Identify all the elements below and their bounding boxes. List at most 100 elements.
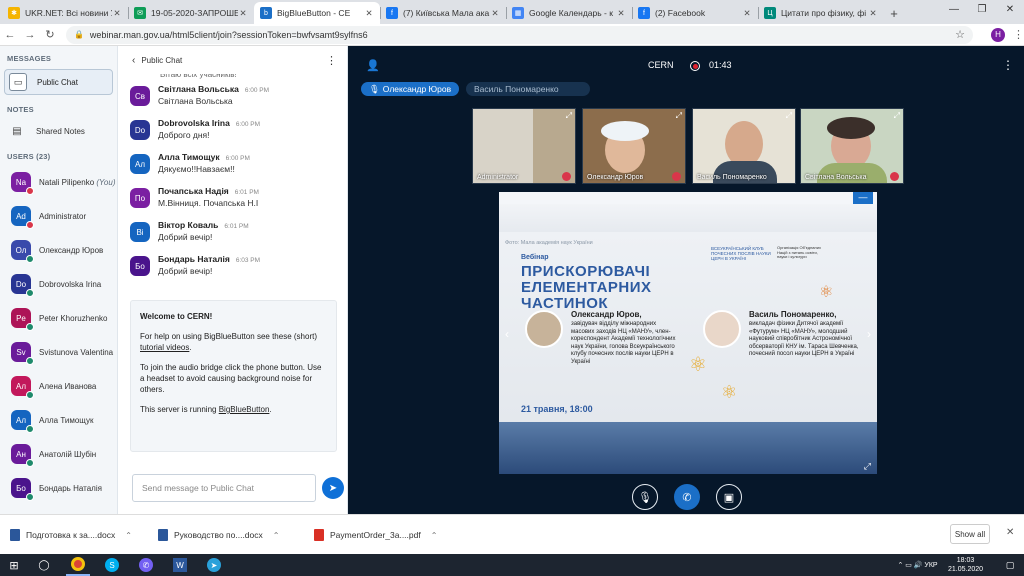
slide-unesco-text: Організація Об'єднаних Націй з питань ос… — [777, 245, 821, 259]
talking-indicator[interactable]: Василь Пономаренко — [466, 82, 590, 96]
welcome-message: Welcome to CERN! For help on using BigBl… — [130, 300, 337, 452]
close-tab-icon[interactable]: ✕ — [364, 8, 374, 19]
user-list-item[interactable]: Ал Алла Тимощук — [0, 403, 117, 437]
browser-tab[interactable]: b BigBlueButton - CE ✕ — [254, 2, 380, 24]
chat-message-input[interactable]: Send message to Public Chat — [132, 474, 316, 502]
tab-title: Google Календарь - к — [529, 8, 613, 18]
reload-icon[interactable]: ↻ — [40, 28, 60, 41]
search-icon[interactable]: ◯ — [34, 554, 54, 576]
expand-icon[interactable]: ⤢ — [786, 111, 792, 121]
download-item[interactable]: Подготовка к за....docx ⌃ — [10, 525, 132, 545]
expand-icon[interactable]: ⤢ — [894, 111, 900, 121]
user-name: Алла Тимощук — [39, 415, 94, 425]
browser-menu-icon[interactable]: ⋮ — [1013, 28, 1024, 41]
new-tab-button[interactable]: + — [884, 2, 904, 24]
user-list-item[interactable]: Sv Svistunova Valentina — [0, 335, 117, 369]
phone-audio-button[interactable]: ✆ — [674, 484, 700, 510]
windows-start-icon[interactable]: ⊞ — [4, 554, 24, 576]
user-list-item[interactable]: Ол Олександр Юров — [0, 233, 117, 267]
notifications-icon[interactable]: ▢ — [1000, 554, 1020, 576]
webcam-tile[interactable]: ⤢ Василь Пономаренко — [692, 108, 796, 184]
system-clock[interactable]: 18:03 21.05.2020 — [948, 556, 983, 574]
close-tab-icon[interactable]: ✕ — [868, 8, 878, 19]
back-icon[interactable]: ← — [0, 29, 20, 41]
chevron-up-icon[interactable]: ⌃ — [431, 531, 438, 540]
close-tab-icon[interactable]: ✕ — [742, 8, 752, 19]
chevron-up-icon[interactable]: ⌃ — [273, 531, 280, 540]
chat-options-icon[interactable]: ⋮ — [326, 54, 337, 67]
webcam-tile[interactable]: ⤢ Administrator — [472, 108, 576, 184]
meeting-title: CERN — [648, 60, 674, 70]
browser-tab[interactable]: f (7) Київська Мала ака ✕ — [380, 2, 506, 24]
chrome-taskbar-icon[interactable] — [66, 554, 90, 576]
expand-icon[interactable]: ⤢ — [566, 111, 572, 121]
show-all-downloads-button[interactable]: Show all — [950, 524, 990, 544]
shared-notes-item[interactable]: ▤ Shared Notes — [0, 118, 117, 144]
close-downloads-icon[interactable]: ✕ — [1006, 527, 1014, 538]
message-items: Св Світлана Вольська 6:00 PM Світлана Вольс… — [130, 84, 347, 288]
user-list-item[interactable]: Ad Administrator — [0, 199, 117, 233]
slide-title: ПРИСКОРЮВАЧІ ЕЛЕМЕНТАРНИХ ЧАСТИНОК — [521, 263, 652, 312]
chat-message: По Почапська Надія 6:01 PM М.Вінниця. Почап… — [130, 186, 347, 220]
close-tab-icon[interactable]: ✕ — [616, 8, 626, 19]
minimize-icon[interactable]: — — [940, 0, 968, 18]
browser-tab[interactable]: ✉ 19-05-2020-ЗАПРОШЕ ✕ — [128, 2, 254, 24]
tutorial-videos-link[interactable]: tutorial videos — [140, 343, 189, 352]
download-item[interactable]: PaymentOrder_3a....pdf ⌃ — [314, 525, 437, 545]
url-field[interactable]: 🔒 webinar.man.gov.ua/html5client/join?se… — [65, 25, 974, 44]
message-author: Бондарь Наталія — [158, 254, 230, 264]
fullscreen-icon[interactable]: ⤢ — [864, 461, 871, 472]
language-indicator[interactable]: УКР — [918, 554, 944, 576]
user-list-item[interactable]: Ал Алена Иванова — [0, 369, 117, 403]
webcam-tile[interactable]: ⤢ Світлана Вольська — [800, 108, 904, 184]
close-tab-icon[interactable]: ✕ — [490, 8, 500, 19]
user-list-item[interactable]: Бо Бондарь Наталія — [0, 471, 117, 505]
avatar-initials: Do — [15, 279, 27, 289]
notes-heading: NOTES — [7, 105, 34, 114]
skype-taskbar-icon[interactable]: S — [102, 554, 122, 576]
telegram-taskbar-icon[interactable]: ➤ — [204, 554, 224, 576]
download-item[interactable]: Руководство по....docx ⌃ — [158, 525, 279, 545]
browser-tab[interactable]: ✱ UKR.NET: Всі новини Укр✕ — [2, 2, 128, 24]
user-list-item[interactable]: Na Natali Pilipenko (You) — [0, 165, 117, 199]
next-slide-icon[interactable]: › — [867, 327, 871, 341]
bigbluebutton-link[interactable]: BigBlueButton — [219, 405, 270, 414]
user-list-toggle-icon[interactable]: 👤 — [366, 59, 380, 72]
browser-tab[interactable]: Ц Цитати про фізику, фі ✕ — [758, 2, 884, 24]
chevron-up-icon[interactable]: ⌃ — [125, 531, 132, 540]
expand-icon[interactable]: ⤢ — [676, 111, 682, 121]
share-webcam-button[interactable]: ▣ — [716, 484, 742, 510]
minimize-presentation-button[interactable]: — — [853, 192, 873, 204]
profile-avatar[interactable]: H — [991, 27, 1006, 42]
chevron-left-icon[interactable]: ‹ — [132, 55, 135, 66]
bookmark-star-icon[interactable]: ☆ — [955, 28, 965, 41]
avatar-initials: Sv — [16, 347, 26, 357]
forward-icon[interactable]: → — [20, 29, 40, 41]
public-chat-item[interactable]: ▭ Public Chat — [4, 69, 113, 95]
presentation-area[interactable]: — Фото: Мала академія наук України Вебін… — [499, 192, 877, 474]
browser-tab[interactable]: f (2) Facebook ✕ — [632, 2, 758, 24]
avatar: Св — [130, 86, 150, 106]
viber-taskbar-icon[interactable]: ✆ — [136, 554, 156, 576]
close-tab-icon[interactable]: ✕ — [112, 8, 122, 19]
options-menu-icon[interactable]: ⋮ — [1002, 58, 1014, 72]
word-taskbar-icon[interactable]: W — [170, 554, 190, 576]
webcam-tile[interactable]: ⤢ Олександр Юров — [582, 108, 686, 184]
avatar: Ан — [11, 444, 34, 467]
recording-indicator-icon[interactable] — [690, 61, 700, 71]
mute-microphone-button[interactable]: 🎙 — [632, 484, 658, 510]
browser-tab[interactable]: ▦ Google Календарь - к ✕ — [506, 2, 632, 24]
shared-notes-label: Shared Notes — [36, 126, 85, 136]
user-list-item[interactable]: Ан Анатолій Шубін — [0, 437, 117, 471]
close-window-icon[interactable]: ✕ — [996, 0, 1024, 18]
avatar-initials: Ан — [16, 449, 26, 459]
chat-header: ‹ Public Chat ⋮ — [118, 46, 347, 74]
user-list-item[interactable]: Pe Peter Khoruzhenko — [0, 301, 117, 335]
previous-slide-icon[interactable]: ‹ — [505, 327, 509, 341]
send-message-button[interactable]: ➤ — [322, 477, 344, 499]
maximize-icon[interactable]: ❐ — [968, 0, 996, 18]
presentation-toolbar: — — [499, 192, 877, 204]
talking-indicator[interactable]: 🎙 Олександр Юров — [361, 82, 460, 96]
close-tab-icon[interactable]: ✕ — [238, 8, 248, 19]
user-list-item[interactable]: Do Dobrovolska Irina — [0, 267, 117, 301]
